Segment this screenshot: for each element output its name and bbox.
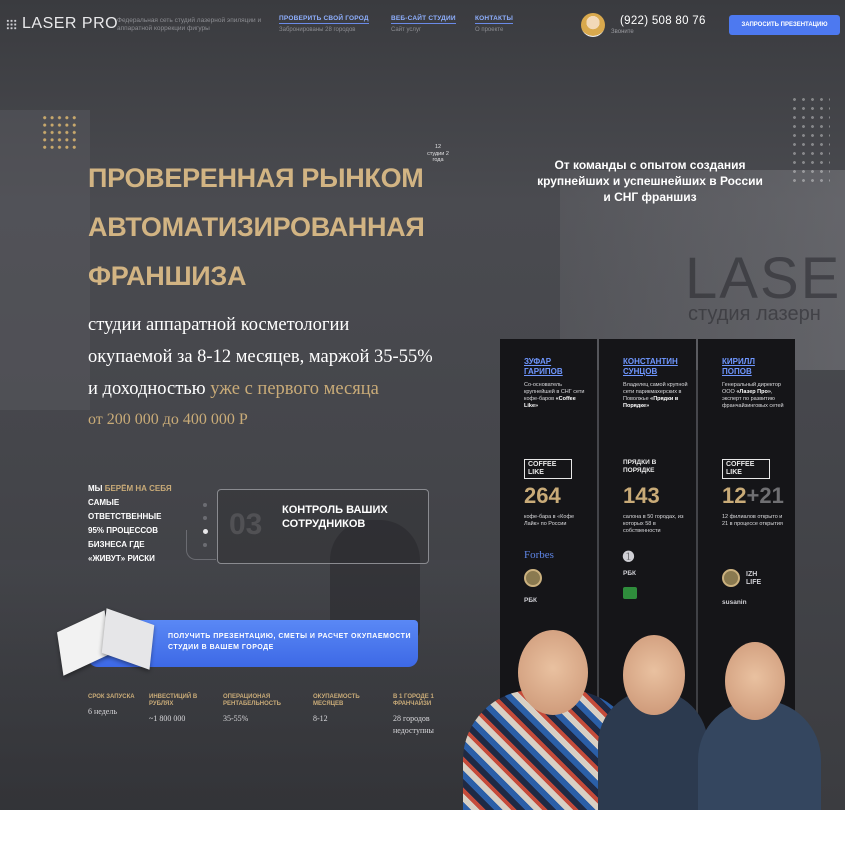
price-range: от 200 000 до 400 000 Р: [88, 411, 248, 428]
person-head-left: [518, 630, 588, 715]
rbc-logo: РБК: [524, 597, 537, 604]
coffee-like-logo: COFFEE LIKE: [524, 459, 572, 479]
background-brand-sub: студия лазерн: [688, 303, 821, 325]
number-plus: +21: [746, 483, 784, 508]
stat-label: В 1 ГОРОДЕ 1 ФРАНЧАЙЗИ: [393, 694, 434, 707]
team-title: От команды с опытом создания крупнейших …: [537, 158, 763, 204]
subtitle-highlight: уже с первого месяца: [210, 379, 379, 399]
stat-value: ~1 800 000: [149, 714, 186, 723]
member-number-desc: салона в 50 городах, из которых 58 в соб…: [623, 514, 684, 534]
stat-cities: В 1 ГОРОДЕ 1 ФРАНЧАЙЗИ 28 городов недост…: [393, 694, 448, 737]
stat-investment: ИНВЕСТИЦИЙ В РУБЛЯХ ~1 800 000: [149, 694, 209, 725]
manager-avatar: [581, 13, 605, 37]
hero-title-line: ФРАНШИЗА: [88, 261, 247, 291]
feature-card-number: 03: [229, 508, 263, 541]
page-bottom: [0, 810, 845, 845]
slider-connector: [186, 530, 216, 560]
decorative-dots: [790, 95, 830, 185]
hero-subtitle-line: и доходностью уже с первого месяца: [88, 379, 379, 400]
hero-section: LASER студия лазерн LASER PRO Федеральна…: [0, 0, 845, 810]
medal-icon: [722, 569, 740, 587]
slider-dot[interactable]: [203, 503, 207, 507]
presentation-book-image: [57, 608, 155, 676]
member-name[interactable]: КИРИЛЛ ПОПОВ: [722, 357, 772, 377]
stat-profitability: ОПЕРАЦИОНАЯ РЕНТАБЕЛЬНОСТЬ 35-55%: [223, 694, 295, 725]
logo[interactable]: LASER PRO: [22, 15, 118, 33]
hero-subtitle-line: студии аппаратной косметологии: [88, 315, 350, 335]
feature-card-text: КОНТРОЛЬ ВАШИХ СОТРУДНИКОВ: [282, 504, 388, 530]
stat-label: ОКУПАЕМОСТЬ МЕСЯЦЕВ: [313, 694, 360, 707]
susanin-logo: susanin: [722, 599, 747, 606]
call-label: Звоните: [611, 29, 634, 35]
desc-bold: «Лазер Про»: [736, 389, 771, 395]
background-wall-panel: [0, 110, 90, 410]
stat-value: 35-55%: [223, 714, 249, 723]
rbc-logo: РБК: [623, 570, 636, 577]
izh-life-logo: IZH LIFE: [746, 571, 762, 586]
subtitle-plain: и доходностью: [88, 379, 211, 399]
slider-dot[interactable]: [203, 516, 207, 520]
member-description: Со-основатель крупнейшей в СНГ сети кофе…: [524, 382, 590, 410]
stat-label: СРОК ЗАПУСКА: [88, 694, 135, 700]
risk-highlight: БЕРЁМ НА СЕБЯ: [104, 484, 172, 493]
risk-text: МЫ БЕРЁМ НА СЕБЯ САМЫЕ ОТВЕТСТВЕННЫЕ 95%…: [88, 482, 178, 566]
member-description: Владелец самой крупной сети парикмахерск…: [623, 382, 689, 410]
risk-part: САМЫЕ ОТВЕТСТВЕННЫЕ 95% ПРОЦЕССОВ БИЗНЕС…: [88, 498, 162, 563]
person-head-middle: [623, 635, 685, 715]
member-number: 264: [524, 483, 561, 508]
stat-launch: СРОК ЗАПУСКА 6 недель: [88, 694, 138, 718]
hero-title-line: ПРОВЕРЕННАЯ РЫНКОМ: [88, 163, 424, 193]
person-head-right: [725, 642, 785, 720]
sber-icon: [623, 587, 637, 599]
member-number: 143: [623, 483, 660, 508]
hero-title-line: АВТОМАТИЗИРОВАННАЯ: [88, 212, 425, 242]
member-description: Генеральный директор ООО «Лазер Про», эк…: [722, 382, 788, 410]
phone-number[interactable]: (922) 508 80 76: [620, 15, 706, 27]
header-description: Федеральная сеть студий лазерной эпиляци…: [117, 17, 262, 32]
forbes-logo: Forbes: [524, 549, 554, 561]
member-name[interactable]: ЗУФАР ГАРИПОВ: [524, 357, 574, 377]
nav-link-sub: Забронированы 28 городов: [279, 27, 356, 33]
nav-contacts[interactable]: КОНТАКТЫ О проекте: [475, 15, 514, 33]
stat-label: ОПЕРАЦИОНАЯ РЕНТАБЕЛЬНОСТЬ: [223, 694, 281, 707]
stat-value: 8-12: [313, 714, 328, 723]
logo-grid-icon: [6, 19, 17, 30]
stat-payback: ОКУПАЕМОСТЬ МЕСЯЦЕВ 8-12: [313, 694, 373, 725]
team-photo: [463, 620, 821, 810]
nav-website[interactable]: ВЕБ-САЙТ СТУДИИ Сайт услуг: [391, 15, 456, 33]
coffee-like-logo: COFFEE LIKE: [722, 459, 770, 479]
nav-link-sub: О проекте: [475, 27, 504, 33]
stat-value: 28 городов недоступны: [393, 714, 434, 735]
nav-link-label[interactable]: КОНТАКТЫ: [475, 15, 514, 24]
medal-icon: [524, 569, 542, 587]
nav-link-label[interactable]: ВЕБ-САЙТ СТУДИИ: [391, 15, 456, 24]
risk-part: МЫ: [88, 484, 105, 493]
background-brand-sign: LASER: [685, 246, 845, 311]
member-number: 12+21: [722, 483, 784, 509]
nav-link-label[interactable]: ПРОВЕРИТЬ СВОЙ ГОРОД: [279, 15, 369, 24]
stat-label: ИНВЕСТИЦИЙ В РУБЛЯХ: [149, 694, 198, 707]
nav-link-sub: Сайт услуг: [391, 27, 422, 33]
number-main: 12: [722, 483, 747, 508]
pryadki-logo: ПРЯДКИ В ПОРЯДКЕ: [623, 459, 657, 474]
member-number-desc: кофе-бара в «Кофе Лайк» по России: [524, 514, 575, 527]
member-number-desc: 12 филиалов открыто и 21 в процессе откр…: [722, 514, 783, 527]
channel-one-icon: ➊: [623, 549, 634, 564]
site-header: LASER PRO Федеральная сеть студий лазерн…: [0, 0, 845, 48]
hero-subtitle-line: окупаемой за 8-12 месяцев, маржой 35-55%: [88, 347, 433, 367]
stat-value: 6 недель: [88, 707, 117, 716]
book-page: [101, 608, 155, 670]
request-presentation-button[interactable]: ЗАПРОСИТЬ ПРЕЗЕНТАЦИЮ: [729, 15, 840, 35]
studios-badge: 12 студии 2 года: [427, 144, 449, 163]
nav-check-city[interactable]: ПРОВЕРИТЬ СВОЙ ГОРОД Забронированы 28 го…: [279, 15, 369, 33]
gold-dots-icon: [41, 114, 78, 151]
member-name[interactable]: КОНСТАНТИН СУНЦОВ: [623, 357, 683, 377]
